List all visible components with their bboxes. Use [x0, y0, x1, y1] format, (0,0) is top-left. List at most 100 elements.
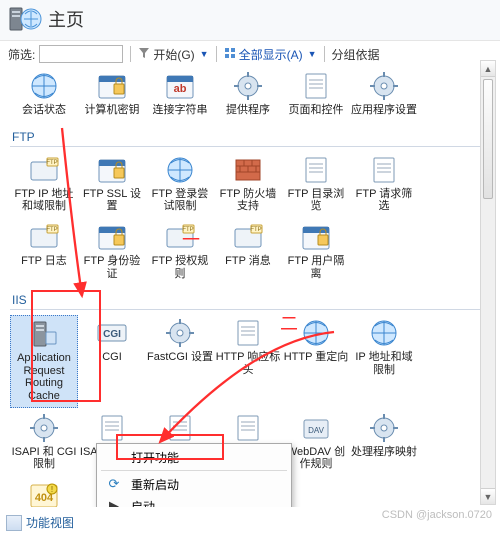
tile-ftp-ssl[interactable]: FTP SSL 设置 [78, 152, 146, 217]
svg-text:FTP: FTP [46, 227, 57, 233]
ctx-open-label: 打开功能 [131, 449, 179, 466]
isapi-cgi-icon [28, 412, 60, 444]
tile-pages-controls[interactable]: 页面和控件 [282, 68, 350, 121]
tile-ftp-auth[interactable]: FTP 身份验证 [78, 219, 146, 284]
ftp-section: FTP FTPFTP IP 地址和域限制FTP SSL 设置FTP 登录尝试限制… [10, 126, 494, 290]
page-header: 主页 [0, 0, 500, 41]
svg-text:ab: ab [174, 83, 187, 95]
start-label: 开始(G) [153, 46, 194, 63]
ip-domain-icon [368, 317, 400, 349]
ftp-ip-domain-label: FTP IP 地址和域限制 [11, 188, 77, 213]
tile-machine-keys[interactable]: 计算机密钥 [78, 68, 146, 121]
tile-ftp-authz[interactable]: FTPFTP 授权规则 [146, 219, 214, 284]
handler-map-label: 处理程序映射 [351, 446, 417, 459]
ftp-group-label: FTP [10, 126, 494, 147]
tile-http-response[interactable]: HTTP 响应标头 [214, 315, 282, 408]
tile-ftp-user-iso[interactable]: FTP 用户隔离 [282, 219, 350, 284]
ctx-start[interactable]: ▶ 启动 [97, 495, 291, 507]
tile-connection-strings[interactable]: ab连接字符串 [146, 68, 214, 121]
ftp-logon-retry-icon [164, 154, 196, 186]
group-by[interactable]: 分组依据 [332, 46, 431, 63]
ftp-messages-icon: FTP [232, 221, 264, 253]
ftp-auth-icon [96, 221, 128, 253]
arr-cache-icon [28, 318, 60, 350]
ftp-req-filter-label: FTP 请求筛选 [351, 188, 417, 213]
cgi-icon: CGI [96, 317, 128, 349]
aspnet-section: 会话状态计算机密钥 ab连接字符串提供程序页面和控件应用程序设置 [10, 67, 494, 126]
tile-app-settings[interactable]: 应用程序设置 [350, 68, 418, 121]
machine-keys-label: 计算机密钥 [85, 104, 140, 117]
ftp-dir-browse-label: FTP 目录浏览 [283, 188, 349, 213]
play-icon: ▶ [105, 498, 123, 507]
chevron-down-icon: ▼ [200, 49, 209, 59]
tile-ftp-dir-browse[interactable]: FTP 目录浏览 [282, 152, 350, 217]
ctx-restart[interactable]: ⟳ 重新启动 [97, 473, 291, 495]
group-by-label: 分组依据 [332, 46, 380, 63]
tile-ip-domain[interactable]: IP 地址和域限制 [350, 315, 418, 408]
funnel-icon [138, 47, 150, 62]
vertical-scrollbar[interactable]: ▲ ▼ [480, 60, 496, 505]
ip-domain-label: IP 地址和域限制 [351, 351, 417, 376]
show-all-dropdown[interactable]: 全部显示(A) ▼ [224, 46, 317, 63]
separator [216, 46, 217, 62]
ftp-req-filter-icon [368, 154, 400, 186]
chevron-down-icon: ▼ [308, 49, 317, 59]
filter-input[interactable] [39, 45, 123, 63]
tile-ftp-messages[interactable]: FTP FTP 消息 [214, 219, 282, 284]
providers-icon [232, 70, 264, 102]
group-by-input[interactable] [383, 46, 431, 62]
annotation-two: 二 [280, 310, 298, 336]
tile-ftp-logon-retry[interactable]: FTP 登录尝试限制 [146, 152, 214, 217]
ftp-auth-label: FTP 身份验证 [79, 255, 145, 280]
watermark: CSDN @jackson.0720 [382, 509, 492, 521]
tile-cgi[interactable]: CGI CGI [78, 315, 146, 408]
tile-providers[interactable]: 提供程序 [214, 68, 282, 121]
content-area: 会话状态计算机密钥ab连接字符串提供程序页面和控件应用程序设置 FTP FTPF… [0, 67, 500, 507]
ftp-user-iso-icon [300, 221, 332, 253]
mime-icon [164, 412, 196, 444]
ftp-ssl-label: FTP SSL 设置 [79, 188, 145, 213]
cgi-label: CGI [102, 351, 122, 364]
show-all-label: 全部显示(A) [239, 46, 303, 63]
tile-arr-cache[interactable]: Application Request Routing Cache [10, 315, 78, 408]
features-view-icon [6, 515, 22, 531]
ftp-messages-label: FTP 消息 [225, 255, 271, 268]
isapi-filter-icon [96, 412, 128, 444]
tile-session-state[interactable]: 会话状态 [10, 68, 78, 121]
grid-icon [224, 47, 236, 62]
svg-text:!: ! [51, 485, 53, 494]
ftp-logon-retry-label: FTP 登录尝试限制 [147, 188, 213, 213]
scroll-thumb[interactable] [483, 79, 493, 199]
tile-ftp-ip-domain[interactable]: FTPFTP IP 地址和域限制 [10, 152, 78, 217]
session-state-icon [28, 70, 60, 102]
footer-tabs: 功能视图 [6, 514, 74, 531]
error-pages-icon: 404! [28, 479, 60, 507]
svg-text:FTP: FTP [250, 227, 261, 233]
webdav-label: WebDAV 创作规则 [283, 446, 349, 471]
tile-error-pages[interactable]: 404!404 [10, 477, 78, 507]
tile-isapi-cgi[interactable]: ISAPI 和 CGI 限制 [10, 410, 78, 475]
start-dropdown[interactable]: 开始(G) ▼ [138, 46, 208, 63]
tile-ftp-log[interactable]: FTP FTP 日志 [10, 219, 78, 284]
connection-strings-icon: ab [164, 70, 196, 102]
separator [324, 46, 325, 62]
features-view-tab[interactable]: 功能视图 [26, 514, 74, 531]
tile-fastcgi[interactable]: FastCGI 设置 [146, 315, 214, 408]
scroll-down-button[interactable]: ▼ [481, 488, 495, 504]
fastcgi-label: FastCGI 设置 [147, 351, 213, 364]
ctx-open-feature[interactable]: 打开功能 [97, 446, 291, 468]
url-rewrite-icon [232, 412, 264, 444]
fastcgi-icon [164, 317, 196, 349]
ftp-log-label: FTP 日志 [21, 255, 67, 268]
handler-map-icon [368, 412, 400, 444]
ctx-start-label: 启动 [131, 498, 155, 508]
svg-text:CGI: CGI [103, 329, 121, 340]
tile-ftp-firewall[interactable]: FTP 防火墙支持 [214, 152, 282, 217]
tile-webdav[interactable]: DAVWebDAV 创作规则 [282, 410, 350, 475]
context-menu: 打开功能 ⟳ 重新启动 ▶ 启动 ■ 停止 查看应用程序池 [96, 443, 292, 507]
tile-ftp-req-filter[interactable]: FTP 请求筛选 [350, 152, 418, 217]
scroll-up-button[interactable]: ▲ [481, 61, 495, 77]
tile-handler-map[interactable]: 处理程序映射 [350, 410, 418, 475]
ftp-dir-browse-icon [300, 154, 332, 186]
ftp-ssl-icon [96, 154, 128, 186]
